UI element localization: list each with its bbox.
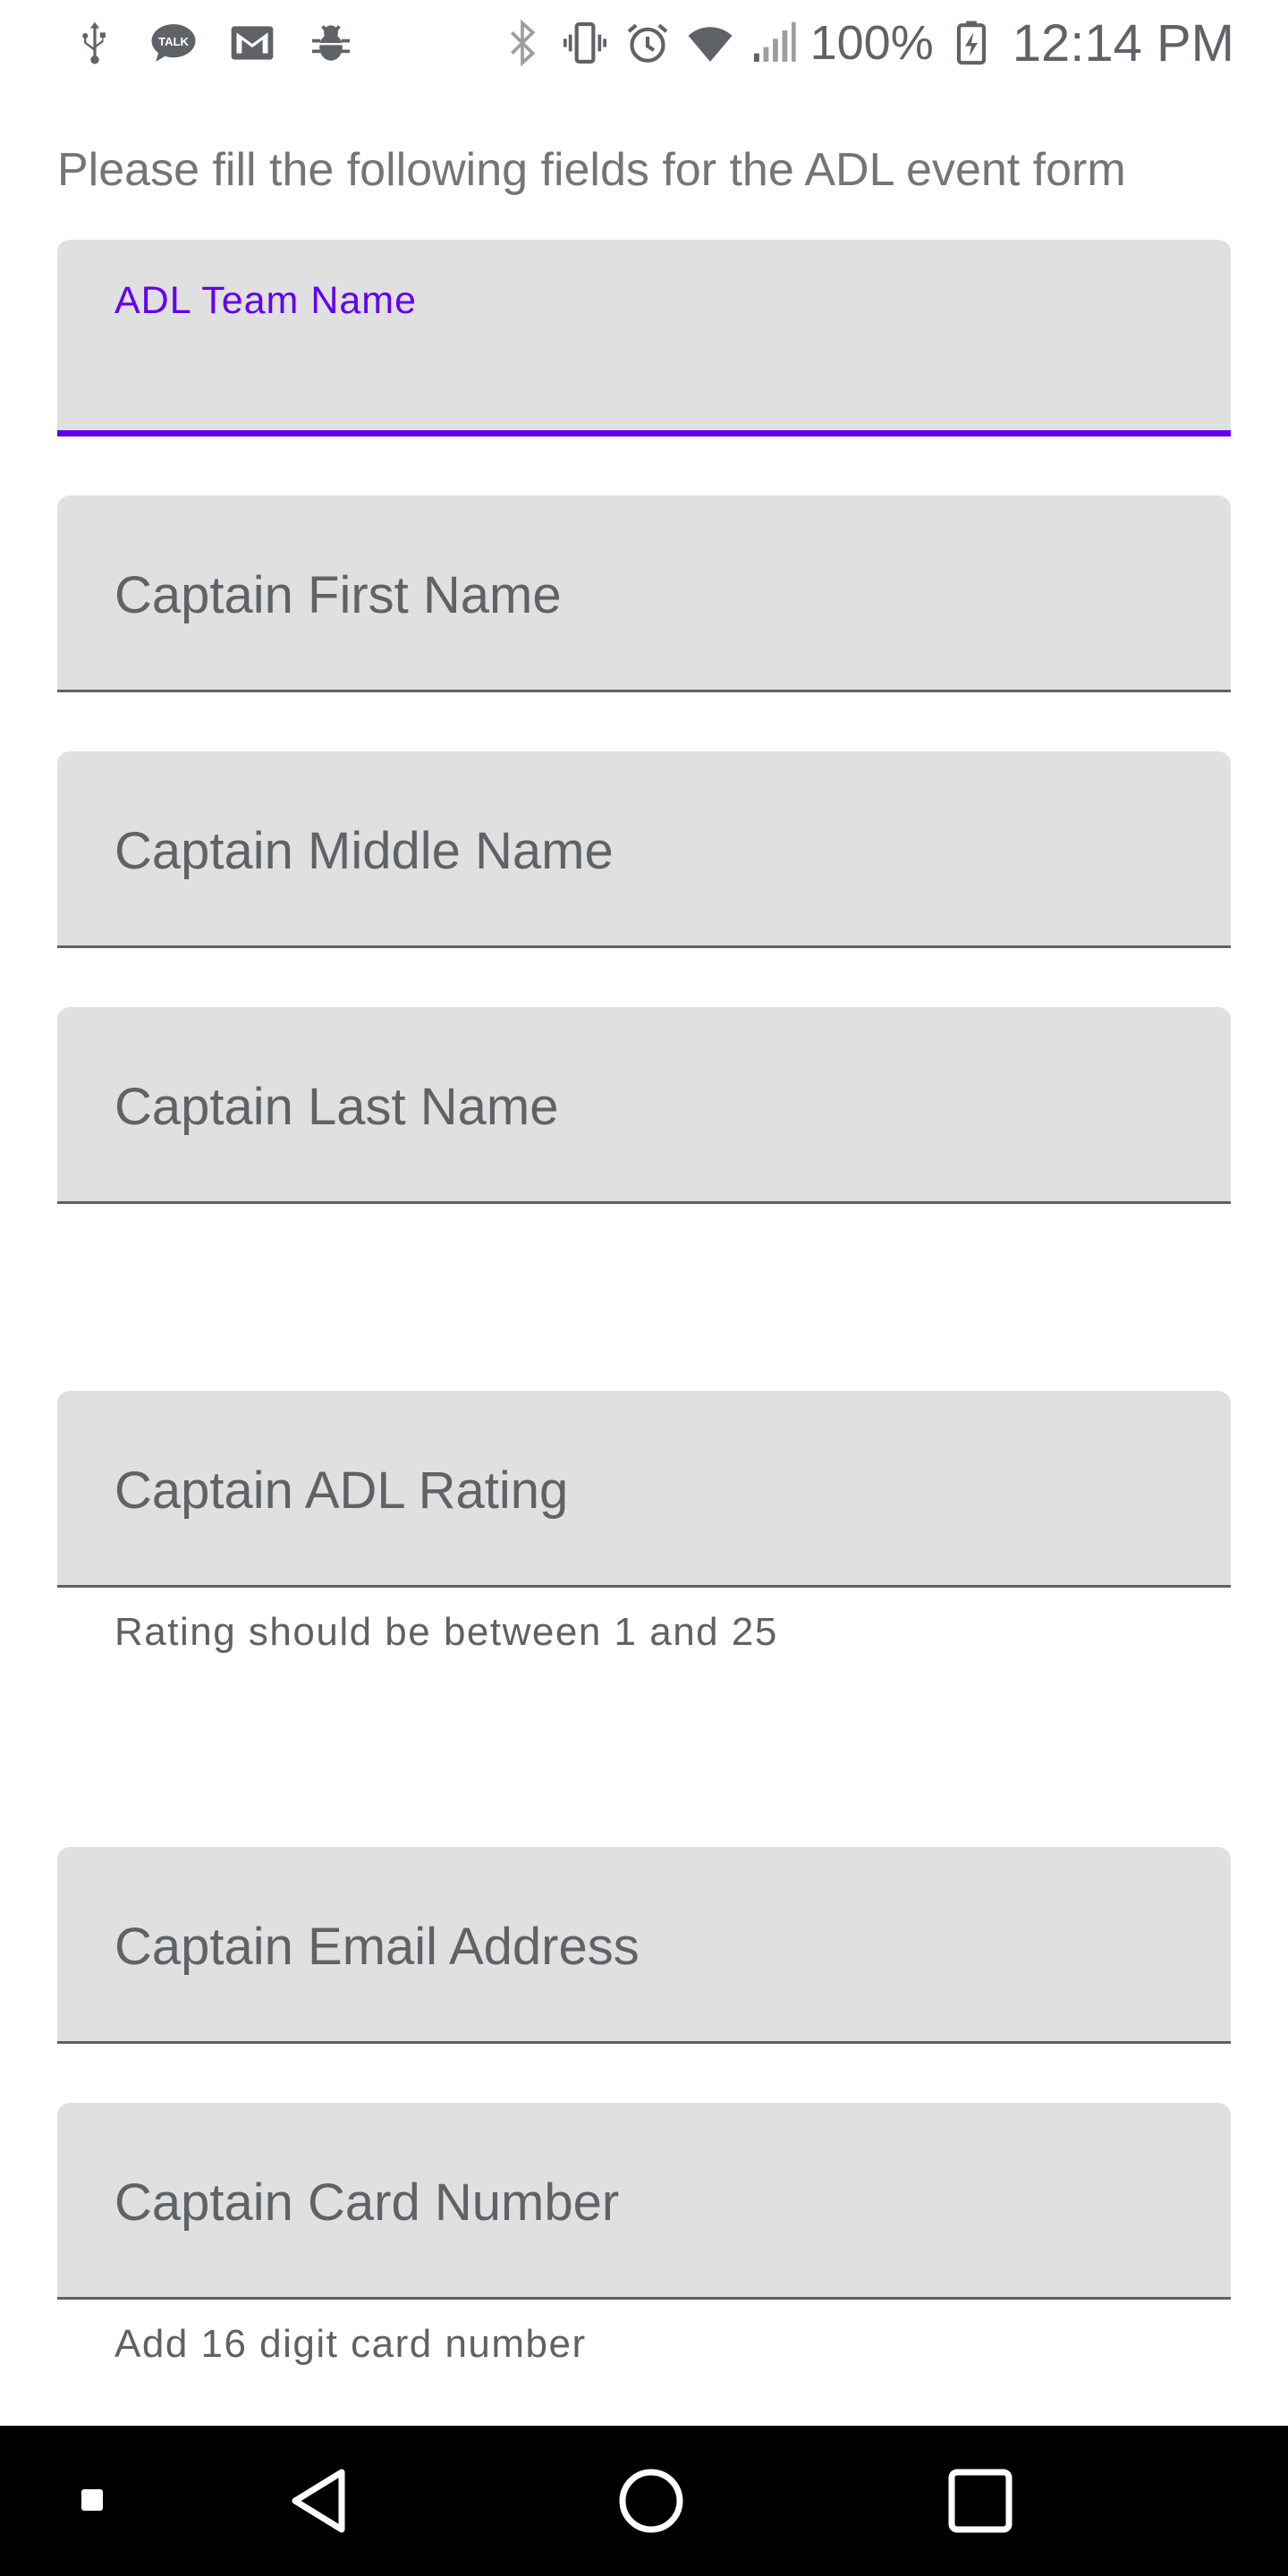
talk-icon: TALK bbox=[148, 18, 199, 68]
talk-badge: TALK bbox=[158, 35, 189, 48]
rating-helper-text: Rating should be between 1 and 25 bbox=[114, 1610, 778, 1654]
clock: 12:14 PM bbox=[1012, 13, 1234, 72]
captain-last-name-input[interactable] bbox=[114, 1115, 1195, 1178]
battery-percent: 100% bbox=[809, 16, 934, 70]
gmail-icon bbox=[227, 18, 277, 68]
square-dot-icon[interactable] bbox=[70, 2478, 114, 2522]
card-number-helper-text: Add 16 digit card number bbox=[114, 2322, 587, 2366]
captain-card-number-field[interactable]: Captain Card Number bbox=[57, 2103, 1231, 2300]
system-icons: 100% 12:14 PM bbox=[497, 13, 1234, 72]
captain-middle-name-field[interactable]: Captain Middle Name bbox=[57, 751, 1231, 948]
bluetooth-icon bbox=[497, 18, 547, 68]
adl-team-name-field[interactable]: ADL Team Name bbox=[57, 240, 1231, 436]
home-icon[interactable] bbox=[608, 2458, 694, 2544]
captain-adl-rating-field[interactable]: Captain ADL Rating bbox=[57, 1391, 1231, 1588]
battery-charging-icon bbox=[946, 18, 996, 68]
recents-icon[interactable] bbox=[937, 2458, 1023, 2544]
signal-icon bbox=[748, 18, 798, 68]
back-icon[interactable] bbox=[277, 2458, 363, 2544]
captain-adl-rating-input[interactable] bbox=[114, 1499, 1195, 1562]
captain-first-name-field[interactable]: Captain First Name bbox=[57, 496, 1231, 692]
bug-icon bbox=[306, 18, 356, 68]
form-intro: Please fill the following fields for the… bbox=[57, 144, 1126, 196]
field-label: ADL Team Name bbox=[114, 279, 418, 322]
status-bar: TALK 100% 12:14 PM bbox=[0, 0, 1288, 86]
adl-team-name-input[interactable] bbox=[114, 344, 1195, 407]
alarm-icon bbox=[623, 18, 673, 68]
captain-first-name-input[interactable] bbox=[114, 604, 1195, 666]
notification-icons: TALK bbox=[70, 16, 356, 70]
captain-email-address-field[interactable]: Captain Email Address bbox=[57, 1847, 1231, 2044]
captain-last-name-field[interactable]: Captain Last Name bbox=[57, 1007, 1231, 1204]
navigation-bar bbox=[0, 2426, 1288, 2576]
captain-middle-name-input[interactable] bbox=[114, 860, 1195, 922]
captain-email-address-input[interactable] bbox=[114, 1955, 1195, 2018]
captain-card-number-input[interactable] bbox=[114, 2211, 1195, 2274]
usb-icon bbox=[70, 18, 120, 68]
wifi-icon bbox=[685, 18, 735, 68]
vibrate-icon bbox=[560, 18, 610, 68]
